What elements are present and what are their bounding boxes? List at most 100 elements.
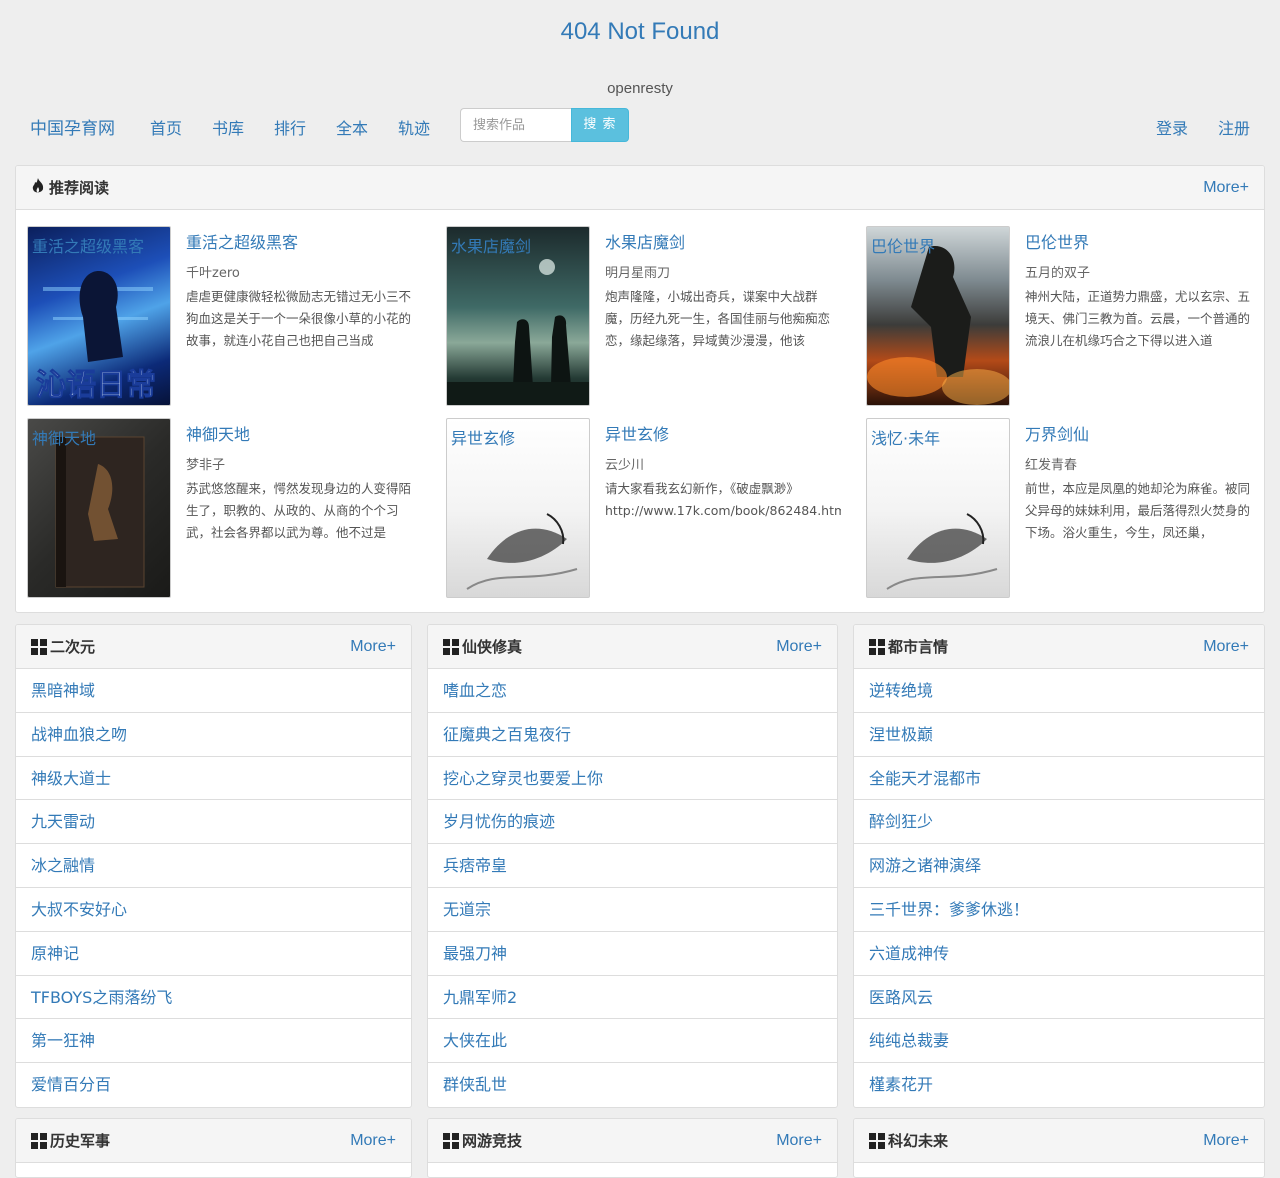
error-server: openresty [607, 80, 673, 97]
book-cover[interactable]: 异世玄修 [446, 418, 590, 598]
book-cover-label: 神御天地 [32, 429, 97, 448]
list-item[interactable]: 三千世界：爹爹休逃！ [854, 888, 1264, 932]
book-card: 异世玄修 异世玄修 云少川 请大家看我玄幻新作，《破虚飘渺》http://www… [446, 418, 861, 598]
book-card: 沁语日常 重活之超级黑客 重活之超级黑客 千叶zero 虐虐更健康微轻松微励志无… [27, 226, 442, 406]
book-cover[interactable]: 水果店魔剑 [446, 226, 590, 406]
list-item[interactable]: 群侠乱世 [428, 1063, 837, 1107]
book-title[interactable]: 重活之超级黑客 [186, 229, 298, 253]
grid-icon [443, 1132, 459, 1149]
search-button[interactable]: 搜 索 [571, 108, 629, 142]
list-item[interactable]: 冰之融情 [16, 844, 411, 888]
grid-icon [869, 638, 885, 655]
list-item[interactable]: 全能天才混都市 [854, 757, 1264, 801]
book-cover-label: 巴伦世界 [871, 237, 936, 256]
list-item[interactable]: 原神记 [16, 932, 411, 976]
list-item[interactable]: 醉剑狂少 [854, 800, 1264, 845]
book-description: 炮声隆隆，小城出奇兵，谍案中大战群魔，历经九死一生，各国佳丽与他痴痴恋恋，缘起缘… [605, 289, 831, 348]
book-cover-label: 浅忆·未年 [871, 429, 941, 448]
register-link[interactable]: 注册 [1218, 115, 1250, 139]
book-card: 巴伦世界 巴伦世界 五月的双子 神州大陆，正道势力鼎盛，尤以玄宗、五境天、佛门三… [866, 226, 1264, 406]
recommend-more-link[interactable]: More+ [1203, 179, 1249, 197]
brand-link[interactable]: 中国孕育网 [30, 114, 115, 139]
category-title: 网游竞技 [462, 1132, 523, 1150]
nav-link-ranking[interactable]: 排行 [274, 115, 306, 139]
grid-icon [869, 1132, 885, 1149]
list-item[interactable]: 战神血狼之吻 [16, 713, 411, 757]
book-author: 云少川 [605, 458, 645, 473]
list-item[interactable]: 兵痞帝皇 [428, 844, 837, 888]
category-more-link[interactable]: More+ [350, 638, 396, 656]
category-title: 科幻未来 [888, 1132, 949, 1150]
book-list: 黑暗神域 战神血狼之吻 神级大道士 九天雷动 冰之融情 大叔不安好心 原神记 T… [16, 669, 411, 1107]
list-item[interactable]: 无道宗 [428, 888, 837, 932]
list-item[interactable]: 纯纯总裁妻 [854, 1019, 1264, 1064]
book-card: 水果店魔剑 水果店魔剑 明月星雨刀 炮声隆隆，小城出奇兵，谍案中大战群魔，历经九… [446, 226, 861, 406]
list-item[interactable]: TFBOYS之雨落纷飞 [16, 976, 411, 1020]
book-description: 神州大陆，正道势力鼎盛，尤以玄宗、五境天、佛门三教为首。云晨，一个普通的流浪儿在… [1025, 289, 1251, 348]
list-item[interactable]: 六道成神传 [854, 932, 1264, 976]
category-title: 二次元 [50, 638, 96, 656]
list-item[interactable]: 涅世极巅 [854, 713, 1264, 757]
nav-link-history[interactable]: 轨迹 [398, 115, 430, 139]
category-panel-gaming: 网游竞技 More+ [427, 1118, 838, 1178]
grid-icon [31, 638, 47, 655]
list-item[interactable]: 岁月忧伤的痕迹 [428, 800, 837, 845]
list-item[interactable]: 槿素花开 [854, 1063, 1264, 1107]
category-panel-xianxia: 仙侠修真 More+ 嗜血之恋 征魔典之百鬼夜行 挖心之穿灵也要爱上你 岁月忧伤… [427, 624, 838, 1108]
book-title[interactable]: 万界剑仙 [1025, 421, 1089, 445]
list-item[interactable]: 挖心之穿灵也要爱上你 [428, 757, 837, 801]
book-title[interactable]: 巴伦世界 [1025, 229, 1089, 253]
grid-icon [31, 1132, 47, 1149]
list-item[interactable]: 第一狂神 [16, 1019, 411, 1064]
book-author: 五月的双子 [1025, 266, 1091, 281]
recommend-panel-header: 推荐阅读 More+ [16, 166, 1264, 210]
book-author: 梦非子 [186, 458, 226, 473]
book-description: 前世，本应是凤凰的她却沦为麻雀。被同父异母的妹妹利用，最后落得烈火焚身的下场。浴… [1025, 481, 1251, 540]
error-title: 404 Not Found [560, 18, 720, 45]
category-more-link[interactable]: More+ [350, 1132, 396, 1150]
list-item[interactable]: 逆转绝境 [854, 669, 1264, 713]
list-item[interactable]: 九天雷动 [16, 800, 411, 845]
list-item[interactable]: 黑暗神域 [16, 669, 411, 713]
category-title: 仙侠修真 [462, 638, 523, 656]
category-title: 历史军事 [50, 1132, 111, 1150]
recommend-panel: 推荐阅读 More+ 沁语日常 重活之超级黑客 重活之超级黑客 千叶zero 虐… [15, 165, 1265, 613]
list-item[interactable]: 最强刀神 [428, 932, 837, 976]
category-more-link[interactable]: More+ [776, 1132, 822, 1150]
nav-link-complete[interactable]: 全本 [336, 115, 368, 139]
book-cover-label: 重活之超级黑客 [32, 237, 145, 256]
list-item[interactable]: 大叔不安好心 [16, 888, 411, 932]
book-cover[interactable]: 神御天地 [27, 418, 171, 598]
svg-text:沁语日常: 沁语日常 [36, 368, 156, 403]
nav-link-home[interactable]: 首页 [150, 115, 182, 139]
fire-icon [31, 177, 45, 198]
book-list: 嗜血之恋 征魔典之百鬼夜行 挖心之穿灵也要爱上你 岁月忧伤的痕迹 兵痞帝皇 无道… [428, 669, 837, 1107]
category-more-link[interactable]: More+ [1203, 638, 1249, 656]
nav-link-library[interactable]: 书库 [212, 115, 244, 139]
list-item[interactable]: 九鼎军师2 [428, 976, 837, 1020]
list-item[interactable]: 大侠在此 [428, 1019, 837, 1064]
book-cover-label: 水果店魔剑 [451, 237, 532, 256]
recommend-title: 推荐阅读 [49, 179, 110, 197]
list-item[interactable]: 神级大道士 [16, 757, 411, 801]
book-description: 苏武悠悠醒来，愕然发现身边的人变得陌生了，职教的、从政的、从商的个个习武，社会各… [186, 481, 412, 540]
book-cover[interactable]: 巴伦世界 [866, 226, 1010, 406]
book-title[interactable]: 水果店魔剑 [605, 229, 685, 253]
book-card: 神御天地 神御天地 梦非子 苏武悠悠醒来，愕然发现身边的人变得陌生了，职教的、从… [27, 418, 442, 598]
search-input[interactable] [460, 108, 571, 142]
list-item[interactable]: 征魔典之百鬼夜行 [428, 713, 837, 757]
list-item[interactable]: 网游之诸神演绎 [854, 844, 1264, 888]
book-cover[interactable]: 浅忆·未年 [866, 418, 1010, 598]
list-item[interactable]: 医路风云 [854, 976, 1264, 1020]
book-author: 红发青春 [1025, 458, 1078, 473]
book-cover[interactable]: 沁语日常 重活之超级黑客 [27, 226, 171, 406]
category-more-link[interactable]: More+ [776, 638, 822, 656]
login-link[interactable]: 登录 [1156, 115, 1188, 139]
category-panel-anime: 二次元 More+ 黑暗神域 战神血狼之吻 神级大道士 九天雷动 冰之融情 大叔… [15, 624, 412, 1108]
list-item[interactable]: 爱情百分百 [16, 1063, 411, 1107]
list-item[interactable]: 嗜血之恋 [428, 669, 837, 713]
category-more-link[interactable]: More+ [1203, 1132, 1249, 1150]
book-title[interactable]: 神御天地 [186, 421, 250, 445]
book-title[interactable]: 异世玄修 [605, 421, 669, 445]
book-description: 请大家看我玄幻新作，《破虚飘渺》http://www.17k.com/book/… [605, 481, 841, 518]
